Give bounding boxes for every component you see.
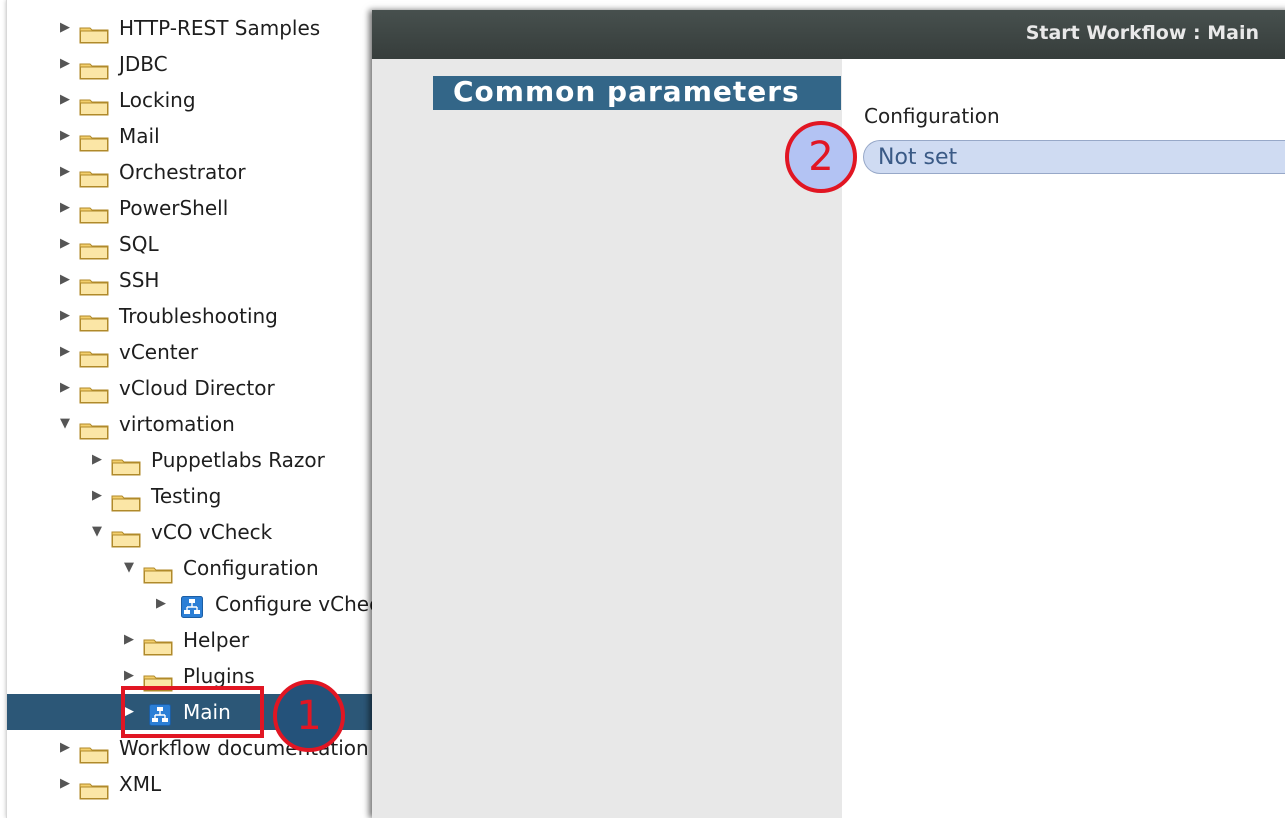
folder-icon [143, 667, 173, 692]
callout-1: 1 [273, 680, 345, 752]
configuration-label: Configuration [864, 104, 1000, 128]
folder-icon [79, 271, 109, 296]
workflow-icon [181, 593, 203, 618]
folder-icon [143, 631, 173, 656]
tree-item[interactable]: ▶ vCloud Director [7, 370, 377, 406]
tree-item[interactable]: ▼ Configuration [7, 550, 377, 586]
triangle-right-icon[interactable]: ▶ [57, 46, 73, 82]
tree-item[interactable]: ▼ vCO vCheck [7, 514, 377, 550]
tree-item-label: Puppetlabs Razor [151, 448, 325, 472]
dialog-header: Start Workflow : Main [372, 10, 1285, 59]
section-tab-common-parameters[interactable]: Common parameters [433, 76, 841, 110]
dialog-title: Start Workflow : Main [1025, 22, 1259, 44]
tree-item[interactable]: ▶ Helper [7, 622, 377, 658]
tree-item[interactable]: ▶ Orchestrator [7, 154, 377, 190]
tree-item-label: Orchestrator [119, 160, 246, 184]
triangle-right-icon[interactable]: ▶ [57, 226, 73, 262]
triangle-down-icon[interactable]: ▼ [121, 550, 137, 586]
configuration-field[interactable]: Not set [863, 140, 1285, 174]
tree-item[interactable]: ▶ vCenter [7, 334, 377, 370]
folder-icon [79, 127, 109, 152]
folder-icon [79, 379, 109, 404]
tree-item-label: vCO vCheck [151, 520, 273, 544]
tree-item-label: Troubleshooting [119, 304, 278, 328]
dialog-section-panel: Common parameters [372, 59, 842, 818]
tree-item-label: Mail [119, 124, 160, 148]
tree-item[interactable]: ▶ Testing [7, 478, 377, 514]
folder-icon [79, 343, 109, 368]
triangle-right-icon[interactable]: ▶ [89, 478, 105, 514]
triangle-right-icon[interactable]: ▶ [57, 10, 73, 46]
tree-item[interactable]: ▶ HTTP-REST Samples [7, 10, 377, 46]
triangle-right-icon[interactable]: ▶ [57, 118, 73, 154]
folder-icon [79, 199, 109, 224]
tree-item[interactable]: ▶ JDBC [7, 46, 377, 82]
tree-item[interactable]: ▶ Troubleshooting [7, 298, 377, 334]
tree-item-label: JDBC [119, 52, 168, 76]
tree-item-label: SSH [119, 268, 160, 292]
tree-item-label: HTTP-REST Samples [119, 16, 321, 40]
orchestrator-client-window: ▶ HTTP-REST Samples ▶ JDBC ▶ Locking ▶ Mail ▶ Orc… [6, 0, 1285, 818]
tree-item-label: vCloud Director [119, 376, 275, 400]
tree-item-label: vCenter [119, 340, 199, 364]
tree-item[interactable]: ▶ SSH [7, 262, 377, 298]
folder-icon [111, 487, 141, 512]
folder-icon [111, 451, 141, 476]
folder-icon [143, 559, 173, 584]
triangle-down-icon[interactable]: ▼ [57, 406, 73, 442]
tree-item[interactable]: ▶ Configure vCheck [7, 586, 392, 622]
tree-item[interactable]: ▶ XML [7, 766, 377, 802]
tree-item-label: XML [119, 772, 162, 796]
triangle-right-icon[interactable]: ▶ [57, 190, 73, 226]
folder-icon [79, 91, 109, 116]
highlight-box-main [121, 686, 264, 738]
folder-icon [79, 235, 109, 260]
folder-icon [79, 415, 109, 440]
triangle-right-icon[interactable]: ▶ [89, 442, 105, 478]
folder-icon [79, 19, 109, 44]
triangle-right-icon[interactable]: ▶ [57, 766, 73, 802]
folder-icon [79, 307, 109, 332]
triangle-right-icon[interactable]: ▶ [57, 154, 73, 190]
tree-item-label: Helper [183, 628, 250, 652]
triangle-right-icon[interactable]: ▶ [57, 298, 73, 334]
tree-item-label: Configure vCheck [215, 592, 392, 616]
triangle-right-icon[interactable]: ▶ [153, 586, 169, 622]
tree-item-label: Testing [151, 484, 222, 508]
tree-item-label: virtomation [119, 412, 235, 436]
folder-icon [79, 55, 109, 80]
triangle-right-icon[interactable]: ▶ [57, 262, 73, 298]
tree-item[interactable]: ▶ Locking [7, 82, 377, 118]
folder-icon [79, 739, 109, 764]
tree-item-label: PowerShell [119, 196, 229, 220]
triangle-right-icon[interactable]: ▶ [57, 730, 73, 766]
tree-item[interactable]: ▶ PowerShell [7, 190, 377, 226]
triangle-right-icon[interactable]: ▶ [57, 82, 73, 118]
tree-item-label: Locking [119, 88, 196, 112]
triangle-right-icon[interactable]: ▶ [57, 334, 73, 370]
tree-item[interactable]: ▶ Mail [7, 118, 377, 154]
triangle-right-icon[interactable]: ▶ [121, 622, 137, 658]
folder-icon [79, 775, 109, 800]
tree-item[interactable]: ▶ Puppetlabs Razor [7, 442, 377, 478]
triangle-right-icon[interactable]: ▶ [57, 370, 73, 406]
callout-2: 2 [785, 121, 857, 193]
tree-item[interactable]: ▶ SQL [7, 226, 377, 262]
triangle-down-icon[interactable]: ▼ [89, 514, 105, 550]
tree-item[interactable]: ▼ virtomation [7, 406, 377, 442]
tree-item-label: Configuration [183, 556, 319, 580]
folder-icon [111, 523, 141, 548]
folder-icon [79, 163, 109, 188]
tree-item-label: SQL [119, 232, 159, 256]
